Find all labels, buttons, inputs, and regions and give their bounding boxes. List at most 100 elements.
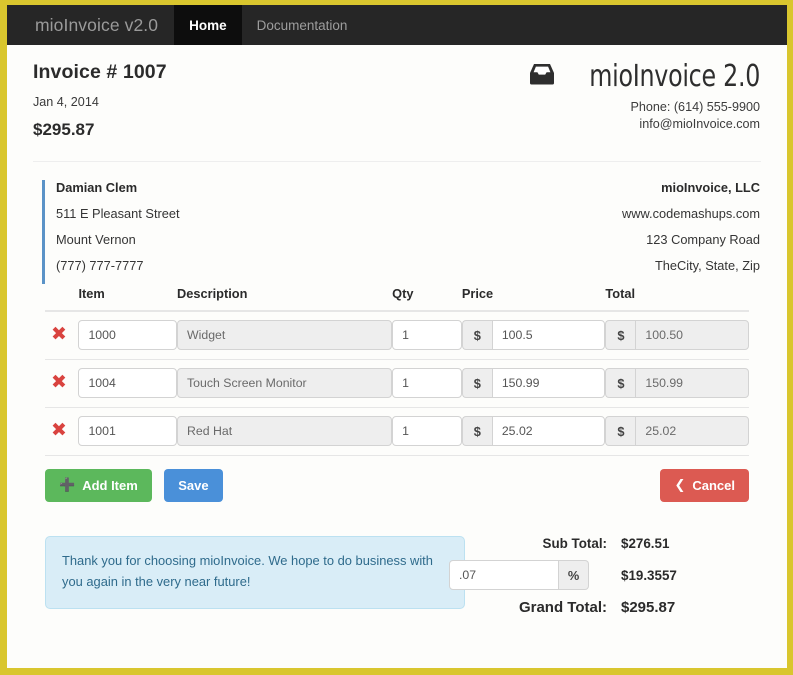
- price-input[interactable]: [491, 368, 606, 398]
- red-x-icon[interactable]: ✖: [45, 373, 67, 392]
- invoice-number-title: Invoice # 1007: [33, 61, 167, 83]
- company-email: info@mioInvoice.com: [639, 117, 760, 131]
- cancel-button[interactable]: ❮ Cancel: [660, 469, 749, 502]
- table-row: ✖ $: [45, 311, 749, 360]
- total-group: $: [605, 368, 749, 398]
- delete-cell: ✖: [45, 311, 79, 360]
- item-input[interactable]: [78, 368, 178, 398]
- add-item-label: Add Item: [82, 478, 138, 493]
- currency-icon: $: [605, 416, 636, 446]
- sub-total-label: Sub Total:: [542, 536, 607, 551]
- company-website: www.codemashups.com: [622, 206, 760, 221]
- invoice-footer: Thank you for choosing mioInvoice. We ho…: [33, 518, 761, 616]
- item-cell: [78, 407, 178, 456]
- total-input: [635, 416, 749, 446]
- total-cell: $: [605, 311, 749, 360]
- total-input: [635, 368, 749, 398]
- invoice-date: Jan 4, 2014: [33, 95, 99, 109]
- customer-name: Damian Clem: [56, 180, 138, 195]
- plus-icon: ➕: [59, 478, 76, 493]
- company-city-state-zip: TheCity, State, Zip: [654, 258, 760, 273]
- currency-icon: $: [605, 320, 636, 350]
- total-cell: $: [605, 359, 749, 408]
- save-button[interactable]: Save: [164, 469, 223, 502]
- customer-street: 511 E Pleasant Street: [56, 206, 180, 221]
- tax-rate-input[interactable]: [449, 560, 559, 590]
- company-phone: Phone: (614) 555-9900: [630, 100, 760, 114]
- qty-input[interactable]: [392, 416, 462, 446]
- red-x-icon[interactable]: ✖: [45, 325, 67, 344]
- grand-total-label: Grand Total:: [518, 599, 607, 616]
- table-row: ✖ $: [45, 359, 749, 408]
- brand-contact-block: mioInvoice 2.0 Phone: (614) 555-9900 inf…: [527, 59, 760, 131]
- grand-total-value: $295.87: [621, 599, 676, 616]
- chevron-left-icon: ❮: [674, 478, 686, 493]
- price-group: $: [461, 416, 606, 446]
- nav-tab-documentation[interactable]: Documentation: [242, 5, 363, 45]
- company-name: mioInvoice, LLC: [661, 180, 760, 195]
- item-input[interactable]: [78, 320, 178, 350]
- price-cell: $: [461, 359, 606, 408]
- qty-cell: [392, 311, 462, 360]
- tax-rate-group: %: [449, 560, 589, 590]
- description-input[interactable]: [177, 368, 393, 398]
- red-x-icon[interactable]: ✖: [45, 421, 67, 440]
- qty-input[interactable]: [392, 320, 462, 350]
- currency-icon: $: [461, 320, 492, 350]
- company-street: 123 Company Road: [646, 232, 760, 247]
- description-cell: [177, 311, 393, 360]
- total-group: $: [605, 320, 749, 350]
- add-item-button[interactable]: ➕ Add Item: [45, 469, 152, 502]
- sub-total-row: Sub Total: $276.51: [449, 536, 749, 551]
- invoice-summary: Invoice # 1007 Jan 4, 2014 $295.87: [33, 61, 167, 140]
- tax-row: % $19.3557: [449, 560, 749, 590]
- total-cell: $: [605, 407, 749, 456]
- qty-cell: [392, 359, 462, 408]
- description-cell: [177, 359, 393, 408]
- action-buttons: ➕ Add Item Save ❮ Cancel: [33, 456, 761, 518]
- delete-cell: ✖: [45, 359, 79, 408]
- description-input[interactable]: [177, 320, 393, 350]
- price-input[interactable]: [491, 416, 606, 446]
- items-table-wrap: Item Description Qty Price Total ✖ 1000 …: [33, 278, 761, 456]
- table-row: ✖ $: [45, 407, 749, 456]
- cancel-label: Cancel: [692, 478, 735, 493]
- nav-tab-home[interactable]: Home: [174, 5, 242, 45]
- invoice-amount: $295.87: [33, 120, 95, 139]
- customer-phone: (777) 777-7777: [56, 258, 144, 273]
- column-header-qty: Qty: [392, 278, 462, 312]
- total-group: $: [605, 416, 749, 446]
- column-header-description: Description: [177, 278, 393, 312]
- item-cell: [78, 359, 178, 408]
- address-section: Damian Clem 511 E Pleasant Street Mount …: [33, 162, 761, 284]
- total-input: [635, 320, 749, 350]
- price-cell: $: [461, 311, 606, 360]
- app-window: mioInvoice v2.0 Home Documentation Invoi…: [0, 0, 793, 675]
- items-table: Item Description Qty Price Total ✖ 1000 …: [45, 278, 749, 456]
- thank-you-note: Thank you for choosing mioInvoice. We ho…: [45, 536, 465, 609]
- inbox-tray-icon: [527, 62, 557, 91]
- price-input[interactable]: [491, 320, 606, 350]
- item-cell: [78, 311, 178, 360]
- tax-amount-value: $19.3557: [621, 567, 677, 583]
- percent-icon: %: [559, 560, 589, 590]
- invoice-header: Invoice # 1007 Jan 4, 2014 $295.87 mioIn…: [33, 45, 761, 161]
- delete-cell: ✖: [45, 407, 79, 456]
- item-input[interactable]: [78, 416, 178, 446]
- navbar-brand[interactable]: mioInvoice v2.0: [35, 5, 174, 45]
- description-input[interactable]: [177, 416, 393, 446]
- save-label: Save: [178, 478, 209, 493]
- invoice-page: Invoice # 1007 Jan 4, 2014 $295.87 mioIn…: [7, 45, 787, 616]
- qty-cell: [392, 407, 462, 456]
- sub-total-value: $276.51: [621, 536, 670, 551]
- grand-total-row: Grand Total: $295.87: [449, 599, 749, 616]
- brand-logo-text: mioInvoice 2.0: [589, 59, 760, 94]
- qty-input[interactable]: [392, 368, 462, 398]
- column-header-price: Price: [461, 278, 606, 312]
- description-cell: [177, 407, 393, 456]
- currency-icon: $: [605, 368, 636, 398]
- company-address-block: mioInvoice, LLC www.codemashups.com 123 …: [622, 180, 760, 284]
- navbar: mioInvoice v2.0 Home Documentation: [7, 5, 787, 45]
- brand-logo: mioInvoice 2.0: [527, 59, 760, 94]
- customer-address-block: Damian Clem 511 E Pleasant Street Mount …: [42, 180, 180, 284]
